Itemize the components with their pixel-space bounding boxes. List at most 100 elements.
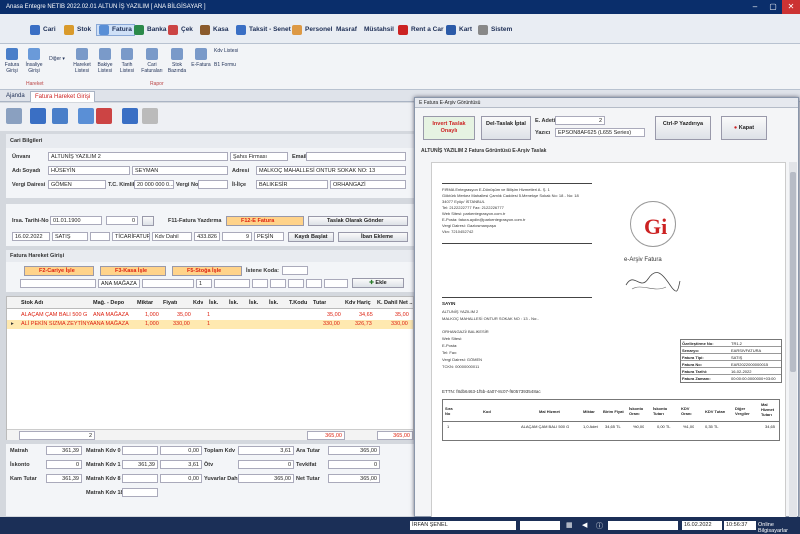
kaydi-baslat-button[interactable]: Kaydı Başlat (288, 232, 334, 242)
delete-doc-icon[interactable] (52, 108, 68, 124)
ribbon-fatura-girisi[interactable]: Fatura Girişi (3, 48, 21, 74)
f3-kasa-isle-button[interactable]: F3-Kasa İşle (100, 266, 166, 276)
adet-input[interactable]: 1 (196, 279, 212, 288)
tutar-field[interactable]: 433.826 (194, 232, 220, 241)
stok-input[interactable] (20, 279, 96, 288)
irsaliye-no-field[interactable]: 0 (106, 216, 138, 225)
user-icon[interactable] (122, 108, 138, 124)
col-miktar[interactable]: Miktar (137, 297, 153, 309)
tkodu-input[interactable] (324, 279, 348, 288)
vno-field[interactable] (198, 180, 228, 189)
ribbon-b1-formu[interactable]: B1 Formu (214, 62, 246, 68)
unvan-field[interactable]: ALTUNİŞ YAZILIM 2 (48, 152, 228, 161)
efatura-button[interactable]: F12-E Fatura (226, 216, 304, 226)
menu-banka[interactable]: Banka (134, 24, 167, 36)
isk1-input[interactable] (252, 279, 268, 288)
il-field[interactable]: BALIKESİR (256, 180, 328, 189)
grid-icon[interactable] (6, 108, 22, 124)
soyad-field[interactable]: SEYMAN (132, 166, 228, 175)
minimize-icon[interactable]: – (746, 0, 764, 14)
ribbon-stok-bazinda[interactable]: Stok Bazında (166, 48, 188, 74)
cancel-icon[interactable] (96, 108, 112, 124)
col-tutar[interactable]: Tutar (313, 297, 326, 309)
satis-select[interactable]: SATIŞ (52, 232, 88, 241)
miktar-input[interactable] (142, 279, 194, 288)
vade-field[interactable]: 9 (222, 232, 252, 241)
kapat-button[interactable]: ● Kapat (721, 116, 767, 140)
adres-field[interactable]: MALKOÇ MAHALLESİ ONTUR SOKAK NO: 13 (256, 166, 406, 175)
calendar-icon[interactable]: ▦ (566, 521, 573, 529)
ribbon-tarih-listesi[interactable]: Tarih Listesi (117, 48, 137, 74)
yazdir-toggle[interactable] (142, 216, 154, 226)
taslak-button[interactable]: Taslak Olarak Gönder (308, 216, 408, 226)
irsaliye-tarih-field[interactable]: 01.01.1900 (50, 216, 102, 225)
f2-cariye-isle-button[interactable]: F2-Cariye İşle (24, 266, 94, 276)
depo-select[interactable]: ANA MAĞAZA (98, 279, 140, 288)
ribbon-diger[interactable]: Diğer ▾ (48, 56, 66, 62)
f5-stoga-isle-button[interactable]: F5-Stoğa İşle (172, 266, 242, 276)
ekle-button[interactable]: ✚ Ekle (352, 278, 404, 288)
scrollbar-thumb[interactable] (790, 172, 796, 372)
kdv-select[interactable]: Kdv Dahil (152, 232, 192, 241)
yazdir-label[interactable]: F11-Fatura Yazdırma (168, 218, 221, 224)
info-icon[interactable]: ⓘ (596, 521, 603, 531)
tab-fatura-hareket-girisi[interactable]: Fatura Hareket Girişi (30, 91, 96, 102)
col-stok-adi[interactable]: Stok Adı (21, 297, 43, 309)
col-isk1[interactable]: İsk. (209, 297, 218, 309)
menu-masraf[interactable]: Masraf (336, 24, 357, 36)
del-taslak-button[interactable]: Del-Taslak İptal (481, 116, 531, 140)
isk2-input[interactable] (270, 279, 286, 288)
col-net[interactable]: K. Dahil Net ... (377, 297, 413, 309)
fiyat-input[interactable] (214, 279, 250, 288)
ribbon-irsaliye-girisi[interactable]: İnsaliye Girişi (24, 48, 44, 74)
ribbon-cari-faturalari[interactable]: Cari Faturaları (140, 48, 164, 74)
col-kdv-haric[interactable]: Kdv Hariç (345, 297, 371, 309)
fatura-tarih-field[interactable]: 16.02.2022 (12, 232, 50, 241)
ribbon-hareket-listesi[interactable]: Hareket Listesi (72, 48, 92, 74)
col-tkodu[interactable]: T.Kodu (289, 297, 307, 309)
adet-field[interactable]: 2 (555, 116, 605, 125)
doc-scrollbar[interactable] (789, 162, 797, 518)
istenen-field[interactable] (282, 266, 308, 275)
close-icon[interactable]: ✕ (782, 0, 800, 14)
col-fiyat[interactable]: Fiyatı (163, 297, 177, 309)
save-icon[interactable] (30, 108, 46, 124)
odeme-select[interactable]: PEŞİN (254, 232, 284, 241)
ribbon-e-fatura[interactable]: E-Fatura (190, 48, 212, 68)
menu-rent-a-car[interactable]: Rent a Car (398, 24, 444, 36)
isk4-input[interactable] (306, 279, 322, 288)
col-depo[interactable]: Mağ. - Depo (93, 297, 124, 309)
menu-taksit[interactable]: Taksit - Senet (236, 24, 291, 36)
seri-field[interactable] (90, 232, 110, 241)
menu-cek[interactable]: Çek (168, 24, 193, 36)
ribbon-bakiye-listesi[interactable]: Bakiye Listesi (95, 48, 115, 74)
menu-cari[interactable]: Cari (30, 24, 56, 36)
isk3-input[interactable] (288, 279, 304, 288)
invert-onay-button[interactable]: Invert Taslak Onaylı (423, 116, 475, 140)
status-select[interactable] (520, 521, 560, 530)
sahis-field[interactable]: Şahıs Firması (230, 152, 288, 161)
iban-button[interactable]: İban Ekleme (338, 232, 408, 242)
col-isk3[interactable]: İsk. (249, 297, 258, 309)
col-isk4[interactable]: İsk. (269, 297, 278, 309)
settings-icon[interactable] (142, 108, 158, 124)
table-row[interactable]: ALAÇAM ÇAM BALI 500 G ANA MAĞAZA 1,000 3… (7, 311, 413, 320)
yazici-select[interactable]: EPSON8AF625 (L655 Series) (555, 128, 645, 137)
col-kdv[interactable]: Kdv (193, 297, 203, 309)
ilce-field[interactable]: ORHANGAZİ (330, 180, 406, 189)
menu-mustahsil[interactable]: Müstahsil (364, 24, 394, 36)
tip-select[interactable]: TİCARİFATURA (112, 232, 150, 241)
edit-icon[interactable] (78, 108, 94, 124)
menu-sistem[interactable]: Sistem (478, 24, 512, 36)
menu-stok[interactable]: Stok (64, 24, 91, 36)
menu-kart[interactable]: Kart (446, 24, 472, 36)
ctrlp-yazdir-button[interactable]: Ctrl-P Yazdırıya (655, 116, 711, 140)
email-field[interactable] (306, 152, 406, 161)
vd-field[interactable]: GÖMEN (48, 180, 106, 189)
prev-icon[interactable]: ◀ (582, 521, 587, 529)
tab-ajanda[interactable]: Ajanda (2, 91, 29, 102)
table-row[interactable]: ▸ ALİ PEKİN SIZMA ZEYTİNYAĞ... ANA MAĞAZ… (7, 320, 413, 329)
menu-fatura[interactable]: Fatura (96, 24, 135, 36)
col-isk2[interactable]: İsk. (229, 297, 238, 309)
menu-personel[interactable]: Personel (292, 24, 332, 36)
